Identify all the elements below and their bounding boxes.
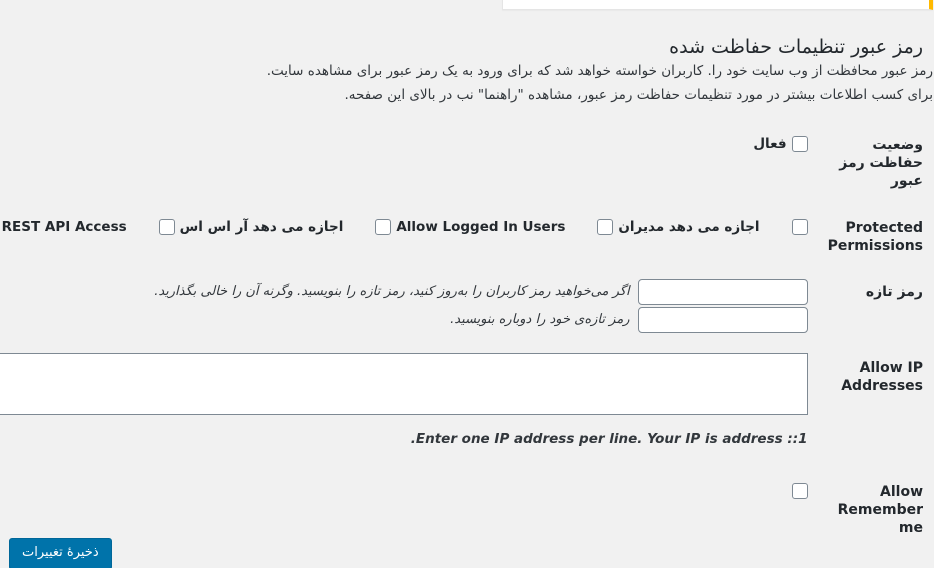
allow-ip-textarea[interactable] xyxy=(0,352,809,415)
perm-item-administrators-box[interactable] xyxy=(792,218,809,235)
perm-item-administrators[interactable]: اجازه می دهد مدیران xyxy=(598,218,761,235)
intro-line-2: برای کسب اطلاعات بیشتر در مورد تنظیمات ح… xyxy=(345,86,934,103)
permissions-checkbox-group: اجازه می دهد مدیران Allow Logged In User… xyxy=(0,218,809,235)
intro-line-1: رمز عبور محافظت از وب سایت خود را. کاربر… xyxy=(267,63,934,79)
row-protected-permissions: Protected Permissions اجازه می دهد مدیرا… xyxy=(0,209,934,265)
perm-item-rest-api-en: Allow REST API Access xyxy=(0,219,128,235)
allow-administrators-label: اجازه می دهد مدیران xyxy=(619,218,761,235)
new-password-line-2: رمز تازه‌ی خود را دوباره بنویسید. xyxy=(0,306,809,333)
protection-enabled-label: فعال xyxy=(754,136,788,152)
toggle-protection-enabled[interactable]: فعال xyxy=(754,136,809,152)
allow-remember-me-checkbox[interactable] xyxy=(792,482,809,499)
allow-rest-api-label-fa: اجازه می دهد آر اس اس xyxy=(180,218,345,235)
page-title-text: رمز عبور تنظیمات حفاظت شده xyxy=(670,35,924,58)
cell-allow-ip-addresses: Enter one IP address per line. Your IP i… xyxy=(0,349,819,461)
label-new-password: رمز تازه xyxy=(866,283,924,300)
page-intro: رمز عبور محافظت از وب سایت خود را. کاربر… xyxy=(0,60,934,107)
row-protection-status: وضعیت حفاظت رمز عبور فعال xyxy=(0,122,934,209)
row-new-password: رمز تازه اگر می‌خواهید رمز کاربران را به… xyxy=(0,265,934,349)
allow-administrators-checkbox[interactable] xyxy=(792,218,809,235)
settings-form-table: وضعیت حفاظت رمز عبور فعال Protected Perm… xyxy=(0,122,934,568)
confirm-password-input[interactable] xyxy=(638,306,809,333)
new-password-input[interactable] xyxy=(638,278,809,305)
new-password-hint: اگر می‌خواهید رمز کاربران را به‌روز کنید… xyxy=(155,284,631,300)
label-protection-status: وضعیت حفاظت رمز عبور xyxy=(840,137,924,190)
row-allow-ip-addresses: Allow IP Addresses Enter one IP address … xyxy=(0,349,934,461)
cell-protected-permissions: اجازه می دهد مدیران Allow Logged In User… xyxy=(0,209,819,265)
save-changes-button[interactable]: ذخیرهٔ تغییرات xyxy=(10,538,113,568)
protection-enabled-checkbox[interactable] xyxy=(792,136,809,152)
perm-item-logged-in-users[interactable]: Allow Logged In Users xyxy=(376,218,567,235)
allow-rest-api-checkbox[interactable] xyxy=(159,218,176,235)
notice-strip xyxy=(0,0,934,12)
allow-rest-api-label-en: Allow REST API Access xyxy=(0,218,128,235)
allow-ip-cell-inner: Enter one IP address per line. Your IP i… xyxy=(0,352,819,447)
new-password-line-1: اگر می‌خواهید رمز کاربران را به‌روز کنید… xyxy=(0,278,809,305)
label-allow-ip-addresses: Allow IP Addresses xyxy=(842,359,924,395)
label-protected-permissions: Protected Permissions xyxy=(828,219,924,254)
page-title: رمز عبور تنظیمات حفاظت شده xyxy=(0,35,934,60)
perm-item-rest-api[interactable]: اجازه می دهد آر اس اس xyxy=(159,218,345,235)
admin-notice xyxy=(503,0,934,10)
allow-logged-in-users-checkbox[interactable] xyxy=(376,218,393,235)
allow-ip-hint: Enter one IP address per line. Your IP i… xyxy=(411,430,809,447)
confirm-password-hint: رمز تازه‌ی خود را دوباره بنویسید. xyxy=(451,312,631,328)
admin-settings-page: رمز عبور تنظیمات حفاظت شده رمز عبور محاف… xyxy=(0,0,934,568)
allow-logged-in-users-label: Allow Logged In Users xyxy=(397,218,567,235)
allow-administrators-checkbox-2[interactable] xyxy=(598,218,615,235)
cell-new-password: اگر می‌خواهید رمز کاربران را به‌روز کنید… xyxy=(0,265,819,349)
cell-protection-status: فعال xyxy=(0,122,819,209)
submit-row: ذخیرهٔ تغییرات xyxy=(0,538,934,568)
